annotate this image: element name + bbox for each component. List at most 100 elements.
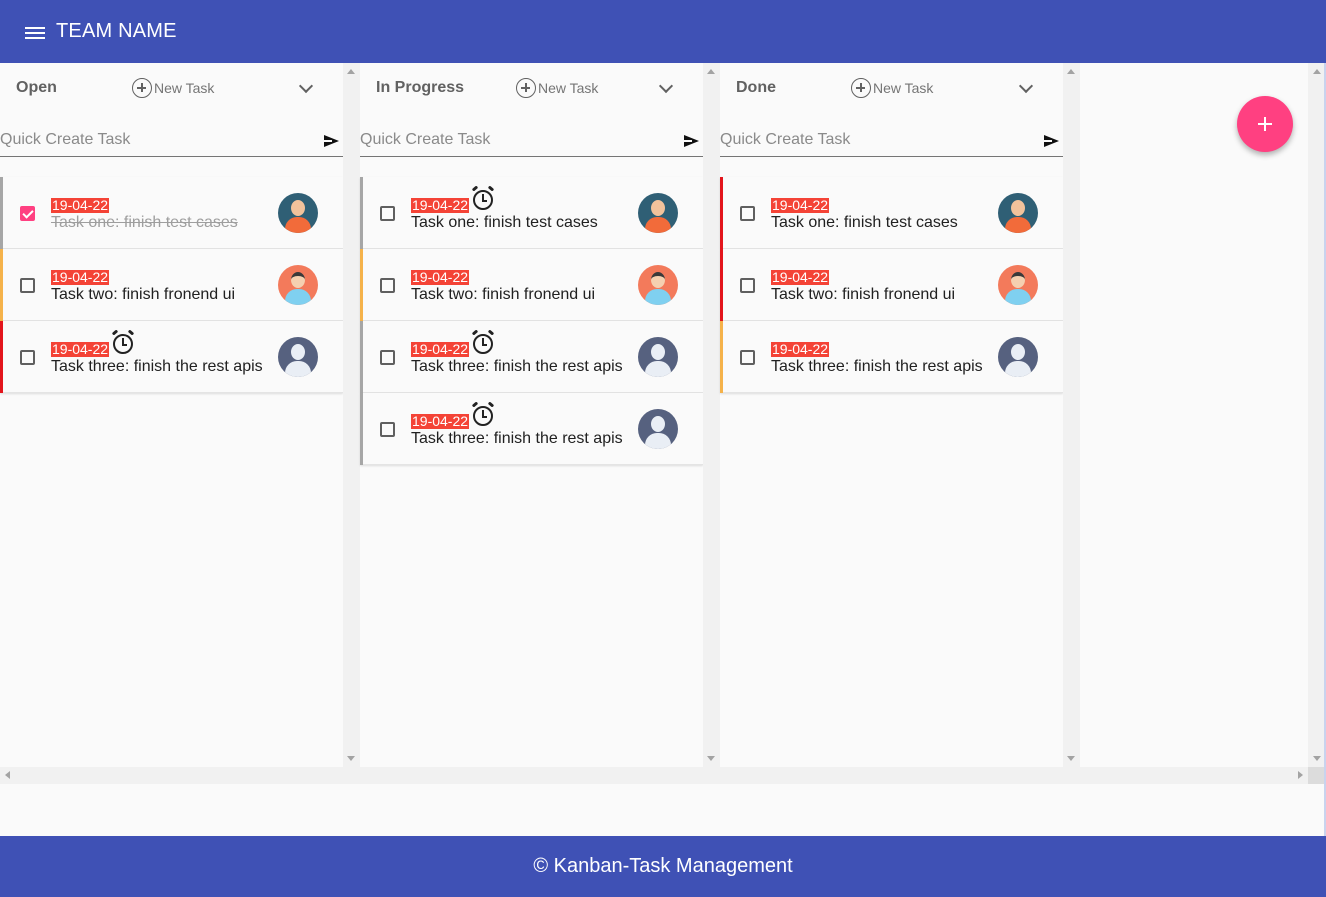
assignee-avatar[interactable] bbox=[638, 409, 678, 449]
column-scrollbar[interactable] bbox=[1063, 63, 1080, 767]
task-card[interactable]: 19-04-22 Task two: finish fronend ui bbox=[720, 249, 1063, 321]
team-name: TEAM NAME bbox=[56, 20, 177, 42]
task-card[interactable]: 19-04-22 Task three: finish the rest api… bbox=[360, 321, 703, 393]
task-title: Task one: finish test cases bbox=[411, 214, 598, 231]
task-card[interactable]: 19-04-22 Task three: finish the rest api… bbox=[720, 321, 1063, 393]
column-title: Done bbox=[736, 79, 776, 96]
task-title: Task one: finish test cases bbox=[51, 214, 238, 231]
task-card[interactable]: 19-04-22 Task three: finish the rest api… bbox=[360, 393, 703, 465]
chevron-down-icon[interactable] bbox=[1018, 78, 1034, 94]
task-title: Task two: finish fronend ui bbox=[771, 286, 956, 303]
task-checkbox[interactable] bbox=[20, 278, 35, 293]
send-icon[interactable] bbox=[324, 135, 339, 147]
task-list: 19-04-22 Task one: finish test cases 19-… bbox=[360, 177, 703, 465]
task-checkbox[interactable] bbox=[20, 350, 35, 365]
task-body: 19-04-22 Task three: finish the rest api… bbox=[771, 337, 986, 377]
assignee-avatar[interactable] bbox=[278, 193, 318, 233]
due-date-badge: 19-04-22 bbox=[411, 197, 470, 213]
new-task-button[interactable]: New Task bbox=[132, 78, 214, 98]
task-body: 19-04-22 Task two: finish fronend ui bbox=[51, 265, 266, 305]
new-task-button[interactable]: New Task bbox=[851, 78, 933, 98]
new-task-label: New Task bbox=[873, 80, 934, 96]
alarm-icon bbox=[471, 329, 495, 354]
task-body: 19-04-22 Task three: finish the rest api… bbox=[51, 329, 266, 377]
send-icon[interactable] bbox=[1044, 135, 1059, 147]
priority-stripe bbox=[360, 177, 363, 249]
task-checkbox[interactable] bbox=[740, 278, 755, 293]
priority-stripe bbox=[0, 321, 3, 393]
due-date-badge: 19-04-22 bbox=[411, 341, 470, 357]
task-title: Task three: finish the rest apis bbox=[51, 358, 263, 375]
column-scrollbar[interactable] bbox=[343, 63, 360, 767]
alarm-icon bbox=[471, 185, 495, 210]
board-horizontal-scrollbar[interactable] bbox=[0, 767, 1308, 784]
task-title: Task three: finish the rest apis bbox=[411, 430, 623, 447]
task-checkbox[interactable] bbox=[20, 206, 35, 221]
quick-create-input[interactable] bbox=[360, 129, 670, 151]
task-title: Task two: finish fronend ui bbox=[411, 286, 596, 303]
task-body: 19-04-22 Task three: finish the rest api… bbox=[411, 329, 626, 377]
column-title: In Progress bbox=[376, 79, 465, 96]
menu-icon[interactable] bbox=[25, 24, 47, 40]
alarm-icon bbox=[471, 401, 495, 426]
task-card[interactable]: 19-04-22 Task one: finish test cases bbox=[0, 177, 343, 249]
assignee-avatar[interactable] bbox=[278, 265, 318, 305]
add-circle-icon bbox=[516, 78, 536, 98]
column-in-progress: In Progress New Task 19-04-22 bbox=[360, 63, 720, 767]
column-header: Open New Task bbox=[0, 63, 343, 113]
column-scrollbar[interactable] bbox=[703, 63, 720, 767]
column-body: Done New Task 19-04-22 bbox=[720, 63, 1063, 767]
quick-create-field bbox=[360, 123, 703, 157]
assignee-avatar[interactable] bbox=[998, 193, 1038, 233]
new-task-label: New Task bbox=[154, 80, 215, 96]
footer: © Kanban-Task Management bbox=[0, 836, 1326, 897]
quick-create-input[interactable] bbox=[0, 129, 310, 151]
priority-stripe bbox=[720, 321, 723, 393]
assignee-avatar[interactable] bbox=[278, 337, 318, 377]
task-title: Task three: finish the rest apis bbox=[771, 358, 983, 375]
assignee-avatar[interactable] bbox=[998, 265, 1038, 305]
due-date-badge: 19-04-22 bbox=[771, 197, 830, 213]
task-title: Task three: finish the rest apis bbox=[411, 358, 623, 375]
task-body: 19-04-22 Task two: finish fronend ui bbox=[771, 265, 986, 305]
task-checkbox[interactable] bbox=[380, 206, 395, 221]
add-circle-icon bbox=[132, 78, 152, 98]
column-header: In Progress New Task bbox=[360, 63, 703, 113]
task-checkbox[interactable] bbox=[380, 350, 395, 365]
quick-create-field bbox=[0, 123, 343, 157]
assignee-avatar[interactable] bbox=[638, 265, 678, 305]
add-circle-icon bbox=[851, 78, 871, 98]
column-body: Open New Task 19-04-22 bbox=[0, 63, 343, 767]
task-title: Task one: finish test cases bbox=[771, 214, 958, 231]
priority-stripe bbox=[0, 249, 3, 321]
chevron-down-icon[interactable] bbox=[658, 78, 674, 94]
chevron-down-icon[interactable] bbox=[298, 78, 314, 94]
assignee-avatar[interactable] bbox=[998, 337, 1038, 377]
column-body: In Progress New Task 19-04-22 bbox=[360, 63, 703, 767]
send-icon[interactable] bbox=[684, 135, 699, 147]
task-body: 19-04-22 Task one: finish test cases bbox=[51, 193, 266, 233]
priority-stripe bbox=[360, 321, 363, 393]
quick-create-input[interactable] bbox=[720, 129, 1030, 151]
column-done: Done New Task 19-04-22 bbox=[720, 63, 1080, 767]
assignee-avatar[interactable] bbox=[638, 193, 678, 233]
task-checkbox[interactable] bbox=[740, 206, 755, 221]
task-checkbox[interactable] bbox=[380, 422, 395, 437]
due-date-badge: 19-04-22 bbox=[51, 197, 110, 213]
task-card[interactable]: 19-04-22 Task two: finish fronend ui bbox=[360, 249, 703, 321]
task-card[interactable]: 19-04-22 Task three: finish the rest api… bbox=[0, 321, 343, 393]
task-card[interactable]: 19-04-22 Task one: finish test cases bbox=[720, 177, 1063, 249]
new-task-button[interactable]: New Task bbox=[516, 78, 598, 98]
task-card[interactable]: 19-04-22 Task two: finish fronend ui bbox=[0, 249, 343, 321]
column-title: Open bbox=[16, 79, 57, 96]
assignee-avatar[interactable] bbox=[638, 337, 678, 377]
due-date-badge: 19-04-22 bbox=[51, 341, 110, 357]
quick-create-field bbox=[720, 123, 1063, 157]
task-checkbox[interactable] bbox=[740, 350, 755, 365]
task-card[interactable]: 19-04-22 Task one: finish test cases bbox=[360, 177, 703, 249]
task-title: Task two: finish fronend ui bbox=[51, 286, 236, 303]
task-body: 19-04-22 Task two: finish fronend ui bbox=[411, 265, 626, 305]
add-column-button[interactable] bbox=[1237, 96, 1293, 152]
task-checkbox[interactable] bbox=[380, 278, 395, 293]
due-date-badge: 19-04-22 bbox=[411, 269, 470, 285]
